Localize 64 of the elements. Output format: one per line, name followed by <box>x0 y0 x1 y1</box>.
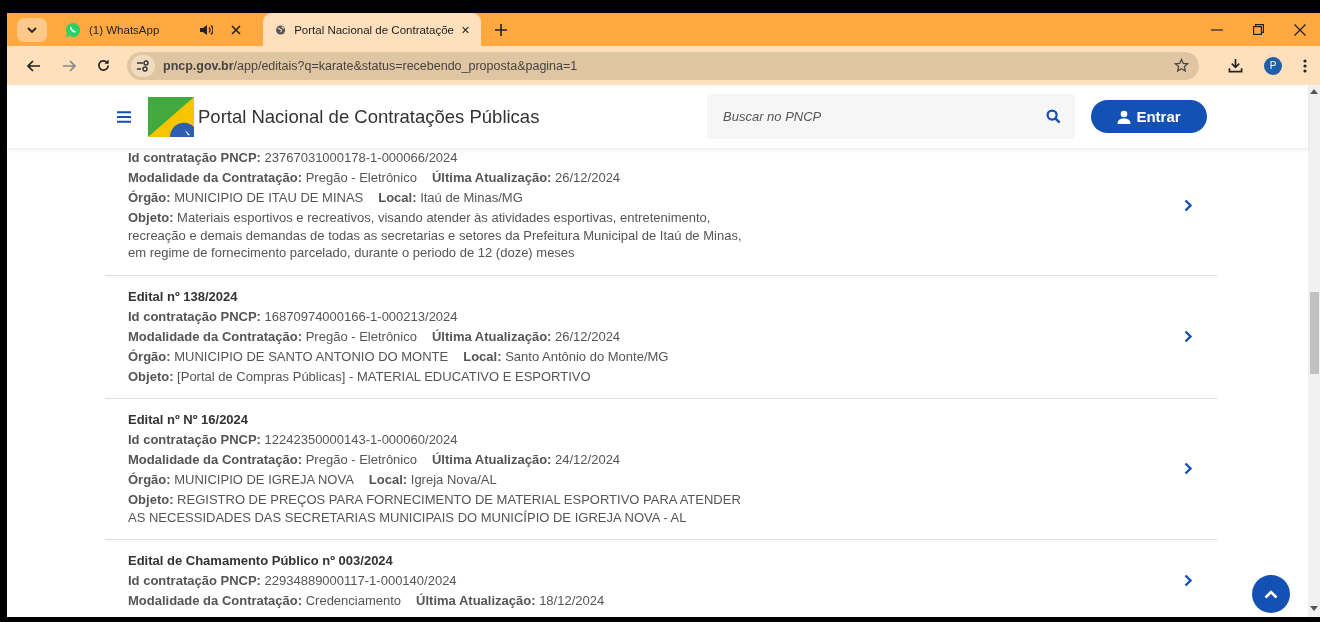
browser-tab[interactable]: Portal Nacional de Contrataçõe <box>263 13 481 46</box>
field-text: Local: Igreja Nova/AL <box>368 471 497 488</box>
profile-avatar[interactable]: P <box>1264 56 1282 75</box>
site-settings-icon[interactable] <box>131 54 155 77</box>
browser-tab[interactable]: (1) WhatsApp <box>53 13 253 46</box>
result-title[interactable]: Edital de Chamamento Público nº 003/2024 <box>128 552 1184 569</box>
login-button[interactable]: Entrar <box>1091 100 1207 133</box>
back-icon[interactable] <box>27 59 41 72</box>
field-text: Última Atualização: 18/12/2024 <box>416 592 605 609</box>
object-description: Objeto: REGISTRO DE PREÇOS PARA FORNECIMENTO DE MATERIAL ESPORTIVO PARA ATENDER AS NECESSIDADES DAS SECRETARIAS MUNICIPAIS DO MUNICÍPIO DE IGREJA NOVA - AL <box>128 491 742 526</box>
chevron-right-icon[interactable] <box>1184 198 1193 212</box>
field-text: Órgão: MUNICIPIO DE IGREJA NOVA <box>128 471 354 488</box>
search-field[interactable]: Buscar no PNCP <box>707 94 1075 139</box>
caret-icon <box>27 26 37 33</box>
download-icon[interactable] <box>1228 58 1243 73</box>
scroll-down-icon[interactable] <box>1310 606 1318 611</box>
address-bar[interactable]: pncp.gov.br/app/editais?q=karate&status=recebendo_proposta&pagina=1 <box>127 51 1199 80</box>
scrollbar[interactable] <box>1308 85 1320 617</box>
menu-icon[interactable] <box>117 110 131 123</box>
reload-icon[interactable] <box>97 59 110 72</box>
field-text: Id contratação PNCP: 12242350000143-1-000060/2024 <box>128 431 458 448</box>
object-description: Objeto: [Portal de Compras Públicas] - MATERIAL EDUCATIVO E ESPORTIVO <box>128 367 592 385</box>
star-icon[interactable] <box>1174 58 1189 73</box>
result-title[interactable]: Edital nº 138/2024 <box>128 287 1184 305</box>
field-text: Modalidade da Contratação: Pregão - Eletrônico <box>128 327 417 345</box>
minimize-icon[interactable] <box>1211 28 1223 31</box>
result-title[interactable]: Edital nº Nº 16/2024 <box>128 411 1184 428</box>
close-icon[interactable] <box>231 24 241 35</box>
chat-bubble-icon <box>65 21 81 38</box>
chevron-right-icon[interactable] <box>1184 329 1193 343</box>
user-icon <box>1117 109 1132 124</box>
menu-icon[interactable] <box>1303 58 1307 73</box>
tab-title: Portal Nacional de Contrataçõe <box>294 23 454 36</box>
new-tab-icon[interactable] <box>495 23 507 36</box>
object-description: Objeto: Materiais esportivos e recreativos, visando atender às atividades esportivas, entretenimento, recreação e demais demandas de todas as secretarias e setores da Prefeitura Municipal de Itaú de Minas, em regime de fornecimento parcelado, durante o periodo de 12 (doze) meses <box>128 209 743 262</box>
close-icon[interactable] <box>1294 23 1306 36</box>
field-text: Modalidade da Contratação: Credenciamento <box>128 592 402 609</box>
search-icon[interactable] <box>1046 109 1061 124</box>
site-title[interactable]: Portal Nacional de Contratações Públicas <box>198 105 540 128</box>
field-text: Órgão: MUNICIPIO DE ITAU DE MINAS <box>128 189 364 206</box>
field-text: Última Atualização: 26/12/2024 <box>432 327 621 345</box>
restore-icon[interactable] <box>1253 24 1264 35</box>
field-text: Modalidade da Contratação: Pregão - Eletrônico <box>128 451 417 468</box>
forward-icon[interactable] <box>62 59 76 72</box>
tab-list-button[interactable] <box>17 17 47 42</box>
field-text: Modalidade da Contratação: Pregão - Eletrônico <box>128 169 417 186</box>
back-to-top-button[interactable] <box>1252 575 1290 613</box>
field-text: Local: Itaú de Minas/MG <box>378 189 523 206</box>
chevron-up-icon <box>1264 589 1278 599</box>
field-text: Última Atualização: 24/12/2024 <box>432 451 621 468</box>
chevron-right-icon[interactable] <box>1184 574 1193 587</box>
scroll-up-icon[interactable] <box>1310 89 1318 94</box>
field-text: Id contratação PNCP: 16870974000166-1-000213/2024 <box>128 307 458 325</box>
chevron-right-icon[interactable] <box>1184 462 1193 475</box>
scrollbar-thumb[interactable] <box>1309 292 1319 374</box>
field-text: Local: Santo Antônio do Monte/MG <box>463 347 669 365</box>
flag-logo-icon[interactable] <box>148 96 194 137</box>
field-text: Id contratação PNCP: 23767031000178-1-000066/2024 <box>128 149 458 166</box>
url-text: pncp.gov.br/app/editais?q=karate&status=recebendo_proposta&pagina=1 <box>163 58 579 73</box>
close-icon[interactable] <box>462 24 469 35</box>
field-text: Órgão: MUNICIPIO DE SANTO ANTONIO DO MONTE <box>128 347 449 365</box>
field-text: Última Atualização: 26/12/2024 <box>432 169 621 186</box>
tab-title: (1) WhatsApp <box>89 23 160 36</box>
field-text: Id contratação PNCP: 22934889000117-1-000140/2024 <box>128 572 457 589</box>
